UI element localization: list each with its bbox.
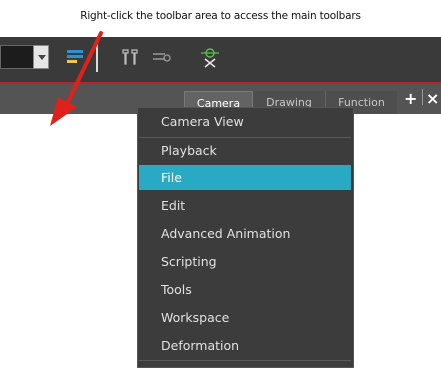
layer-stack-icon[interactable] [65,46,87,68]
tools-icon[interactable] [119,46,141,68]
menu-item-workspace[interactable]: Workspace [139,305,351,330]
annotation-text: Right-click the toolbar area to access t… [80,10,361,22]
menu-item-edit[interactable]: Edit [139,193,351,218]
menu-item-deformation[interactable]: Deformation [139,333,351,358]
menu-item-file[interactable]: File [139,165,351,190]
menu-item-advanced-animation[interactable]: Advanced Animation [139,221,351,246]
pivot-target-icon[interactable] [199,46,221,68]
menu-item-playback[interactable]: Playback [139,138,351,163]
settings-sliders-icon[interactable] [150,46,172,68]
menu-item-tools[interactable]: Tools [139,277,351,302]
add-tab-icon[interactable]: + [404,89,417,109]
dropdown-chevron-icon[interactable] [33,45,49,69]
menu-item-camera-view[interactable]: Camera View [139,109,351,134]
menu-separator [139,360,351,361]
toolbar-separator [96,44,98,72]
menu-item-scripting[interactable]: Scripting [139,249,351,274]
tab-actions-divider [422,89,423,105]
close-tab-icon[interactable]: × [426,89,439,109]
context-menu: Camera View Playback File Edit Advanced … [137,107,354,368]
